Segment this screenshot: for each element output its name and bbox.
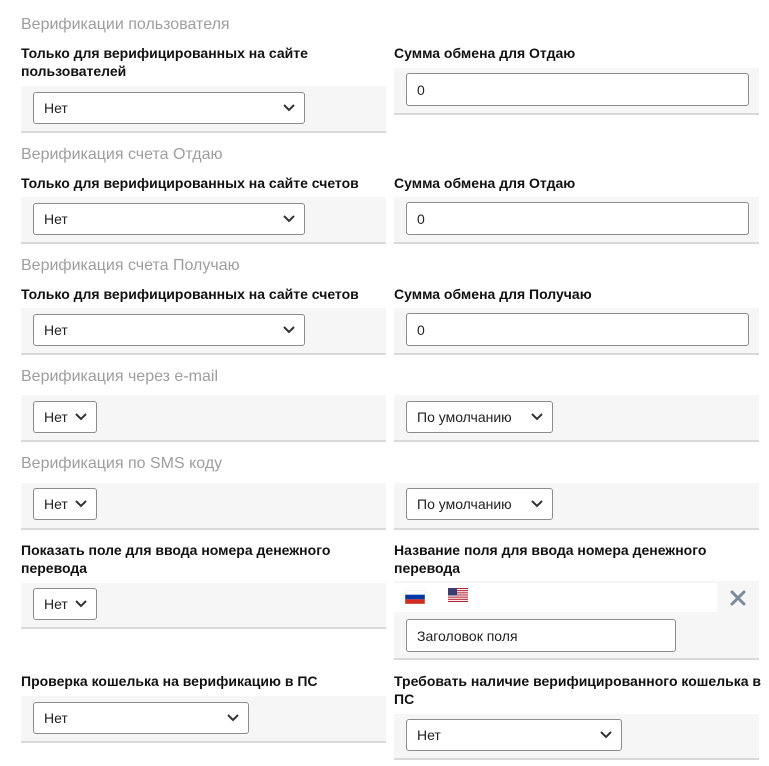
section-title-account-give: Верификация счета Отдаю <box>21 146 223 163</box>
select-value: По умолчанию <box>417 409 512 425</box>
select-value: Нет <box>44 596 68 612</box>
input-value: 0 <box>417 321 425 338</box>
label-only-verified-accounts: Только для верифицированных на сайте сче… <box>21 175 359 191</box>
chevron-down-icon <box>283 215 295 223</box>
select-value: Нет <box>417 727 441 743</box>
chevron-down-icon <box>75 600 87 608</box>
section-title-sms: Верификация по SMS коду <box>21 455 223 472</box>
label-transfer-number-field-name: Название поля для ввода номера денежного… <box>394 542 707 576</box>
only-verified-accounts-receive-select[interactable]: Нет <box>33 314 305 346</box>
require-verified-wallet-select[interactable]: Нет <box>406 719 622 751</box>
label-only-verified-users: Только для верифицированных на сайте пол… <box>21 45 308 79</box>
sms-verification-select[interactable]: Нет <box>33 488 97 520</box>
label-show-transfer-number-field: Показать поле для ввода номера денежного… <box>21 542 331 576</box>
select-value: Нет <box>44 322 68 338</box>
chevron-down-icon <box>75 500 87 508</box>
input-value: 0 <box>417 210 425 227</box>
select-value: Нет <box>44 496 68 512</box>
chevron-down-icon <box>227 714 239 722</box>
label-wallet-verification-check: Проверка кошелька на верификацию в ПС <box>21 673 318 689</box>
exchange-amount-give-input[interactable]: 0 <box>406 202 749 235</box>
section-title-account-receive: Верификация счета Получаю <box>21 257 240 274</box>
language-tabs <box>394 583 717 612</box>
sms-mode-select[interactable]: По умолчанию <box>406 488 553 520</box>
only-verified-accounts-give-select[interactable]: Нет <box>33 203 305 235</box>
label-require-verified-wallet: Требовать наличие верифицированного коше… <box>394 673 762 707</box>
select-value: Нет <box>44 211 68 227</box>
email-mode-select[interactable]: По умолчанию <box>406 401 553 433</box>
select-value: Нет <box>44 409 68 425</box>
chevron-down-icon <box>531 413 543 421</box>
select-value: Нет <box>44 100 68 116</box>
select-value: По умолчанию <box>417 496 512 512</box>
chevron-down-icon <box>75 413 87 421</box>
chevron-down-icon <box>283 104 295 112</box>
label-exchange-amount-give: Сумма обмена для Отдаю <box>394 175 576 191</box>
us-flag-icon[interactable] <box>448 588 468 602</box>
close-icon[interactable] <box>729 589 747 607</box>
input-placeholder: Заголовок поля <box>417 627 518 644</box>
chevron-down-icon <box>600 731 612 739</box>
chevron-down-icon <box>283 326 295 334</box>
field-title-input[interactable]: Заголовок поля <box>406 619 676 652</box>
label-only-verified-accounts: Только для верифицированных на сайте сче… <box>21 286 359 302</box>
chevron-down-icon <box>531 500 543 508</box>
exchange-amount-give-input[interactable]: 0 <box>406 73 749 106</box>
input-value: 0 <box>417 81 425 98</box>
label-exchange-amount-receive: Сумма обмена для Получаю <box>394 286 592 302</box>
email-verification-select[interactable]: Нет <box>33 401 97 433</box>
select-value: Нет <box>44 710 68 726</box>
exchange-amount-receive-input[interactable]: 0 <box>406 313 749 346</box>
section-title-user-verification: Верификации пользователя <box>21 16 230 33</box>
show-transfer-number-select[interactable]: Нет <box>33 588 97 620</box>
label-exchange-amount-give: Сумма обмена для Отдаю <box>394 45 576 61</box>
wallet-verification-check-select[interactable]: Нет <box>33 702 249 734</box>
only-verified-users-select[interactable]: Нет <box>33 92 305 124</box>
ru-flag-icon[interactable] <box>405 590 425 604</box>
section-title-email: Верификация через e-mail <box>21 368 218 385</box>
